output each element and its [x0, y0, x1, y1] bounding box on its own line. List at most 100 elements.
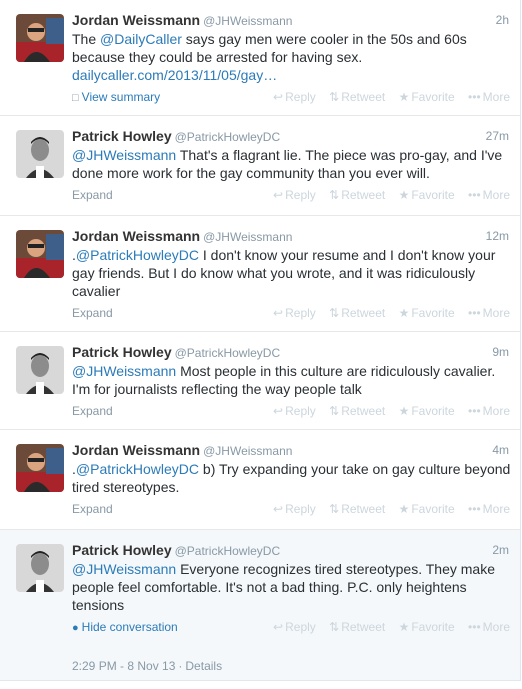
dots-icon: •••: [468, 188, 481, 202]
retweet-button[interactable]: ⇅ Retweet: [329, 303, 385, 323]
author-name[interactable]: Patrick Howley: [72, 542, 172, 558]
retweet-icon: ⇅: [329, 306, 340, 320]
tweet-text: .@PatrickHowleyDC I don't know your resu…: [72, 247, 496, 299]
reply-button[interactable]: ↩ Reply: [273, 617, 316, 637]
hide-conversation-link[interactable]: ● Hide conversation: [72, 617, 178, 638]
favorite-button[interactable]: ★ Favorite: [399, 401, 455, 421]
retweet-button[interactable]: ⇅ Retweet: [329, 617, 385, 637]
expand-link[interactable]: Expand: [72, 185, 113, 205]
mention-link[interactable]: @PatrickHowleyDC: [76, 247, 199, 263]
author-name[interactable]: Patrick Howley: [72, 128, 172, 144]
retweet-icon: ⇅: [329, 502, 340, 516]
expand-link[interactable]: Expand: [72, 499, 113, 519]
favorite-button[interactable]: ★ Favorite: [399, 617, 455, 637]
speech-bubble-icon: ●: [72, 622, 79, 634]
reply-button[interactable]: ↩ Reply: [273, 87, 316, 107]
mention-link[interactable]: @PatrickHowleyDC: [76, 461, 199, 477]
author-name[interactable]: Jordan Weissmann: [72, 442, 200, 458]
more-button[interactable]: ••• More: [468, 87, 510, 107]
tweet-2[interactable]: Patrick Howley @PatrickHowleyDC 27m @JHWe…: [0, 116, 520, 216]
timestamp-separator: ·: [178, 659, 183, 673]
tweet-time[interactable]: 27m: [486, 127, 509, 145]
expand-link[interactable]: Expand: [72, 303, 113, 323]
tweet-6-expanded[interactable]: Patrick Howley @PatrickHowleyDC 2m @JHWei…: [0, 530, 520, 681]
document-icon: □: [72, 92, 79, 104]
star-icon: ★: [398, 404, 410, 418]
tweet-actions: ↩ Reply ⇅ Retweet ★ Favorite ••• More: [263, 499, 510, 519]
reply-button[interactable]: ↩ Reply: [273, 303, 316, 323]
retweet-button[interactable]: ⇅ Retweet: [329, 401, 385, 421]
conversation-timeline: Jordan Weissmann @JHWeissmann 2h The @Dai…: [0, 0, 521, 681]
star-icon: ★: [398, 502, 410, 516]
author-name[interactable]: Patrick Howley: [72, 344, 172, 360]
tweet-text: The @DailyCaller says gay men were coole…: [72, 31, 467, 83]
dots-icon: •••: [468, 404, 481, 418]
tweet-1[interactable]: Jordan Weissmann @JHWeissmann 2h The @Dai…: [0, 0, 520, 116]
retweet-icon: ⇅: [329, 620, 340, 634]
author-name[interactable]: Jordan Weissmann: [72, 228, 200, 244]
favorite-button[interactable]: ★ Favorite: [399, 185, 455, 205]
reply-arrow-icon: ↩: [273, 90, 284, 104]
tweet-actions: ↩ Reply ⇅ Retweet ★ Favorite ••• More: [263, 401, 510, 421]
tweet-actions: ↩ Reply ⇅ Retweet ★ Favorite ••• More: [263, 617, 510, 637]
author-handle[interactable]: @PatrickHowleyDC: [175, 544, 281, 558]
tweet-5[interactable]: Jordan Weissmann @JHWeissmann 4m .@Patric…: [0, 430, 520, 530]
reply-arrow-icon: ↩: [273, 620, 284, 634]
dots-icon: •••: [468, 502, 481, 516]
tweet-time[interactable]: 2m: [492, 541, 509, 559]
author-handle[interactable]: @JHWeissmann: [203, 14, 292, 28]
dots-icon: •••: [468, 620, 481, 634]
star-icon: ★: [398, 188, 410, 202]
author-handle[interactable]: @PatrickHowleyDC: [175, 130, 281, 144]
author-handle[interactable]: @JHWeissmann: [203, 230, 292, 244]
reply-button[interactable]: ↩ Reply: [273, 185, 316, 205]
author-handle[interactable]: @JHWeissmann: [203, 444, 292, 458]
more-button[interactable]: ••• More: [468, 617, 510, 637]
avatar-patrick-howley[interactable]: [16, 130, 64, 178]
retweet-icon: ⇅: [329, 188, 340, 202]
star-icon: ★: [398, 90, 410, 104]
mention-link[interactable]: @JHWeissmann: [72, 147, 176, 163]
author-handle[interactable]: @PatrickHowleyDC: [175, 346, 281, 360]
tweet-time[interactable]: 2h: [496, 11, 509, 29]
tweet-text: @JHWeissmann Everyone recognizes tired s…: [72, 561, 495, 613]
star-icon: ★: [398, 306, 410, 320]
tweet-actions: ↩ Reply ⇅ Retweet ★ Favorite ••• More: [263, 87, 510, 107]
avatar-jordan-weissmann[interactable]: [16, 444, 64, 492]
mention-link[interactable]: @DailyCaller: [100, 31, 182, 47]
timestamp-datetime[interactable]: 2:29 PM - 8 Nov 13: [72, 659, 175, 673]
tweet-text: @JHWeissmann That's a flagrant lie. The …: [72, 147, 503, 181]
reply-arrow-icon: ↩: [273, 306, 284, 320]
author-name[interactable]: Jordan Weissmann: [72, 12, 200, 28]
reply-button[interactable]: ↩ Reply: [273, 499, 316, 519]
tweet-4[interactable]: Patrick Howley @PatrickHowleyDC 9m @JHWei…: [0, 332, 520, 430]
retweet-button[interactable]: ⇅ Retweet: [329, 185, 385, 205]
view-summary-link[interactable]: □ View summary: [72, 87, 160, 108]
details-link[interactable]: Details: [185, 659, 222, 673]
more-button[interactable]: ••• More: [468, 401, 510, 421]
retweet-button[interactable]: ⇅ Retweet: [329, 499, 385, 519]
reply-button[interactable]: ↩ Reply: [273, 401, 316, 421]
mention-link[interactable]: @JHWeissmann: [72, 561, 176, 577]
reply-arrow-icon: ↩: [273, 404, 284, 418]
tweet-3[interactable]: Jordan Weissmann @JHWeissmann 12m .@Patri…: [0, 216, 520, 332]
avatar-jordan-weissmann[interactable]: [16, 230, 64, 278]
expand-link[interactable]: Expand: [72, 401, 113, 421]
favorite-button[interactable]: ★ Favorite: [399, 87, 455, 107]
favorite-button[interactable]: ★ Favorite: [399, 499, 455, 519]
avatar-jordan-weissmann[interactable]: [16, 14, 64, 62]
url-link[interactable]: dailycaller.com/2013/11/05/gay…: [72, 67, 277, 83]
reply-arrow-icon: ↩: [273, 502, 284, 516]
mention-link[interactable]: @JHWeissmann: [72, 363, 176, 379]
more-button[interactable]: ••• More: [468, 303, 510, 323]
tweet-time[interactable]: 12m: [486, 227, 509, 245]
favorite-button[interactable]: ★ Favorite: [399, 303, 455, 323]
more-button[interactable]: ••• More: [468, 499, 510, 519]
avatar-patrick-howley[interactable]: [16, 346, 64, 394]
dots-icon: •••: [468, 306, 481, 320]
avatar-patrick-howley[interactable]: [16, 544, 64, 592]
tweet-time[interactable]: 4m: [492, 441, 509, 459]
retweet-button[interactable]: ⇅ Retweet: [329, 87, 385, 107]
tweet-time[interactable]: 9m: [492, 343, 509, 361]
more-button[interactable]: ••• More: [468, 185, 510, 205]
